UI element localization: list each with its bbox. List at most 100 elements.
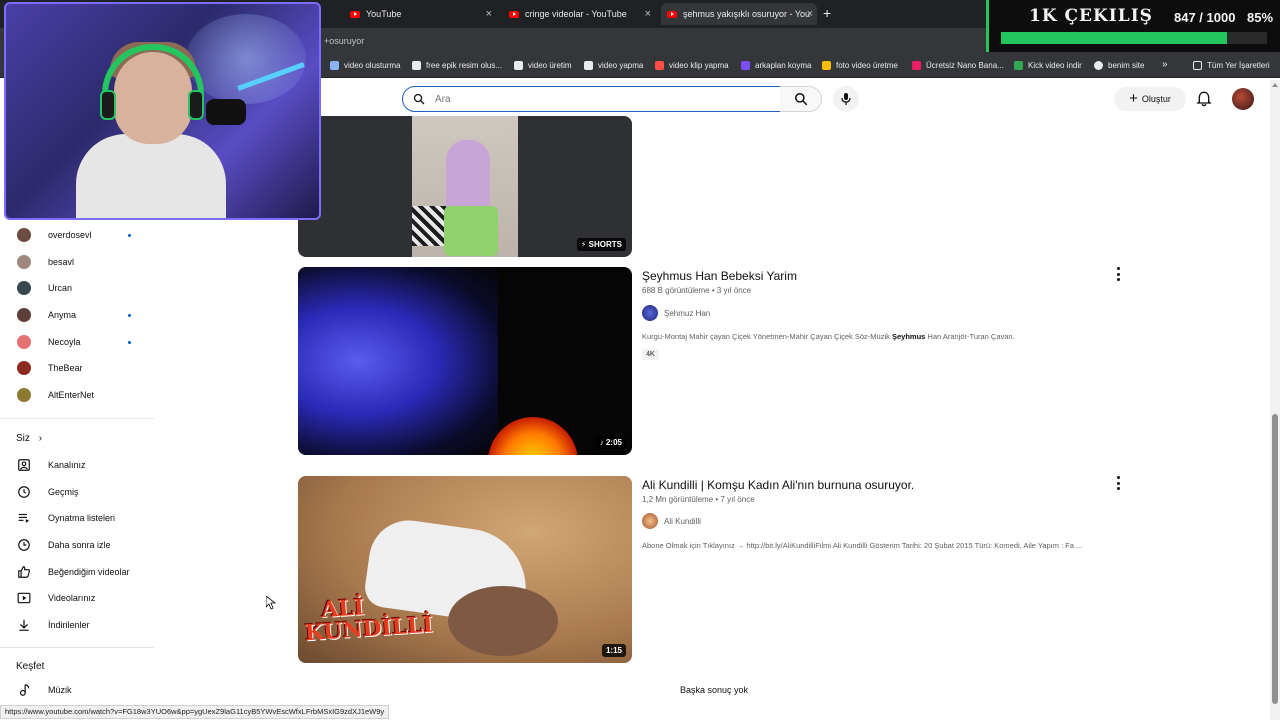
bookmark-item[interactable]: video olusturma (330, 61, 400, 70)
bookmarks-overflow-button[interactable]: » (1162, 59, 1168, 70)
sidebar-subscription-item[interactable]: Urcan (0, 275, 150, 301)
address-text[interactable]: +osuruyor (324, 36, 364, 46)
live-dot-icon (128, 233, 131, 237)
search-icon (794, 93, 807, 106)
bookmark-item[interactable]: foto video üretme (822, 61, 898, 70)
bookmark-item[interactable]: video klip yapma (655, 61, 729, 70)
thumbnail-image-detail (448, 586, 558, 656)
sidebar-item-music[interactable]: Müzik (0, 677, 150, 703)
channel-avatar (17, 388, 31, 402)
bookmark-item[interactable]: free epik resim olus... (412, 61, 502, 70)
description-highlight: Şeyhmus (891, 332, 926, 341)
tab-close-icon[interactable]: × (807, 8, 813, 20)
video-thumbnail[interactable]: ⚡ SHORTS (298, 116, 632, 257)
notifications-bell-icon[interactable] (1196, 90, 1212, 108)
more-actions-icon[interactable] (1112, 267, 1124, 281)
like-icon (18, 566, 31, 578)
tab-title: şehmus yakışıklı osuruyor - You (683, 9, 811, 19)
bookmark-icon (655, 61, 664, 70)
sidebar-you-heading[interactable]: Siz › (16, 433, 42, 444)
playlists-icon (18, 513, 30, 523)
video-title[interactable]: Şeyhmus Han Bebeksi Yarim (642, 269, 797, 283)
scroll-up-arrow-icon[interactable] (1272, 83, 1278, 87)
bookmark-item[interactable]: Ücretsiz Nano Bana... (912, 61, 1004, 70)
sidebar-subscription-item[interactable]: AltEnterNet (0, 382, 150, 408)
search-button[interactable] (780, 86, 822, 112)
bookmark-item[interactable]: Kick video indir (1014, 61, 1082, 70)
youtube-favicon-icon (509, 10, 519, 18)
you-heading-label: Siz (16, 433, 30, 444)
sidebar-item-label: Videolarınız (48, 593, 96, 603)
all-bookmarks-button[interactable]: Tüm Yer İşaretleri (1193, 61, 1270, 70)
bookmark-item[interactable]: video yapma (584, 61, 643, 70)
bookmark-label: benim site (1108, 61, 1145, 70)
live-dot-icon (128, 340, 131, 344)
bookmark-item[interactable]: benim site (1094, 61, 1144, 70)
sidebar-explore-heading: Keşfet (16, 661, 45, 672)
folder-icon (1193, 61, 1202, 70)
webcam-image-detail (188, 90, 204, 120)
create-button[interactable]: + Oluştur (1114, 87, 1186, 111)
page-scrollbar[interactable] (1270, 80, 1280, 720)
sidebar-item-label: Daha sonra izle (48, 540, 111, 550)
bookmark-label: Kick video indir (1028, 61, 1082, 70)
bookmark-label: Ücretsiz Nano Bana... (926, 61, 1004, 70)
screen: YouTube × cringe videolar - YouTube × şe… (0, 0, 1280, 720)
channel-avatar (17, 308, 31, 322)
search-box[interactable] (402, 86, 781, 112)
sidebar-item-label: Müzik (48, 685, 72, 695)
more-actions-icon[interactable] (1112, 476, 1124, 490)
sidebar-subscription-item[interactable]: besavl (0, 249, 150, 275)
youtube-favicon-icon (667, 10, 677, 18)
sidebar-item-history[interactable]: Geçmiş (0, 479, 150, 505)
voice-search-button[interactable] (833, 86, 859, 112)
tab-close-icon[interactable]: × (645, 8, 651, 20)
sidebar-item-label: İndirilenler (48, 620, 90, 630)
subscription-label: Anyma (48, 310, 77, 320)
sidebar-subscription-item[interactable]: overdosevl (0, 222, 150, 248)
sidebar-item-liked-videos[interactable]: Beğendiğim videolar (0, 559, 150, 585)
channel-avatar (642, 305, 658, 321)
subscription-label: TheBear (48, 363, 83, 373)
video-description: Abone Olmak için Tıklayınız → http://bit… (642, 541, 1083, 550)
browser-tab-youtube[interactable]: YouTube × (344, 3, 496, 25)
sidebar-item-downloads[interactable]: İndirilenler (0, 612, 150, 638)
sidebar-subscription-item[interactable]: Necoyla (0, 329, 150, 355)
sidebar-item-your-videos[interactable]: Videolarınız (0, 585, 150, 611)
search-input[interactable] (435, 93, 755, 105)
sidebar-item-playlists[interactable]: Oynatma listeleri (0, 505, 150, 531)
sidebar-item-label: Kanalınız (48, 460, 86, 470)
webcam-image-detail (100, 90, 116, 120)
channel-avatar (17, 361, 31, 375)
bookmark-label: video klip yapma (669, 61, 729, 70)
account-avatar[interactable] (1232, 88, 1254, 110)
microphone-icon (841, 93, 851, 105)
bookmark-icon (584, 61, 593, 70)
video-title[interactable]: Ali Kundilli | Komşu Kadın Ali'nın burnu… (642, 478, 914, 492)
tab-close-icon[interactable]: × (486, 8, 492, 20)
giveaway-overlay: 1K ÇEKILIŞ 847 / 1000 85% (986, 0, 1280, 52)
sidebar-item-label: Geçmiş (48, 487, 79, 497)
channel-avatar (17, 335, 31, 349)
video-thumbnail[interactable]: ALİ KUNDİLLİ 1:15 (298, 476, 632, 663)
sidebar-divider (0, 418, 154, 419)
browser-tab-active[interactable]: şehmus yakışıklı osuruyor - You × (661, 3, 817, 25)
create-label: Oluştur (1141, 94, 1171, 104)
sidebar-subscription-item[interactable]: Anyma (0, 302, 150, 328)
thumbnail-image-detail (444, 206, 498, 256)
bookmark-label: foto video üretme (836, 61, 898, 70)
bookmark-item[interactable]: video üretim (514, 61, 572, 70)
link-status-bar: https://www.youtube.com/watch?v=FG18w3YU… (0, 705, 390, 719)
browser-tab-cringe[interactable]: cringe videolar - YouTube × (503, 3, 655, 25)
sidebar-subscription-item[interactable]: TheBear (0, 355, 150, 381)
video-thumbnail[interactable]: ♪ 2:05 (298, 267, 632, 455)
channel-link[interactable]: Şehmuz Han (642, 305, 710, 321)
bookmark-item[interactable]: arkaplan koyma (741, 61, 811, 70)
channel-link[interactable]: Ali Kundilli (642, 513, 701, 529)
bookmark-label: arkaplan koyma (755, 61, 812, 70)
new-tab-button[interactable]: + (823, 5, 831, 21)
sidebar-item-your-channel[interactable]: Kanalınız (0, 452, 150, 478)
sidebar-item-label: Oynatma listeleri (48, 513, 116, 523)
sidebar-item-watch-later[interactable]: Daha sonra izle (0, 532, 150, 558)
scrollbar-thumb[interactable] (1272, 414, 1278, 704)
